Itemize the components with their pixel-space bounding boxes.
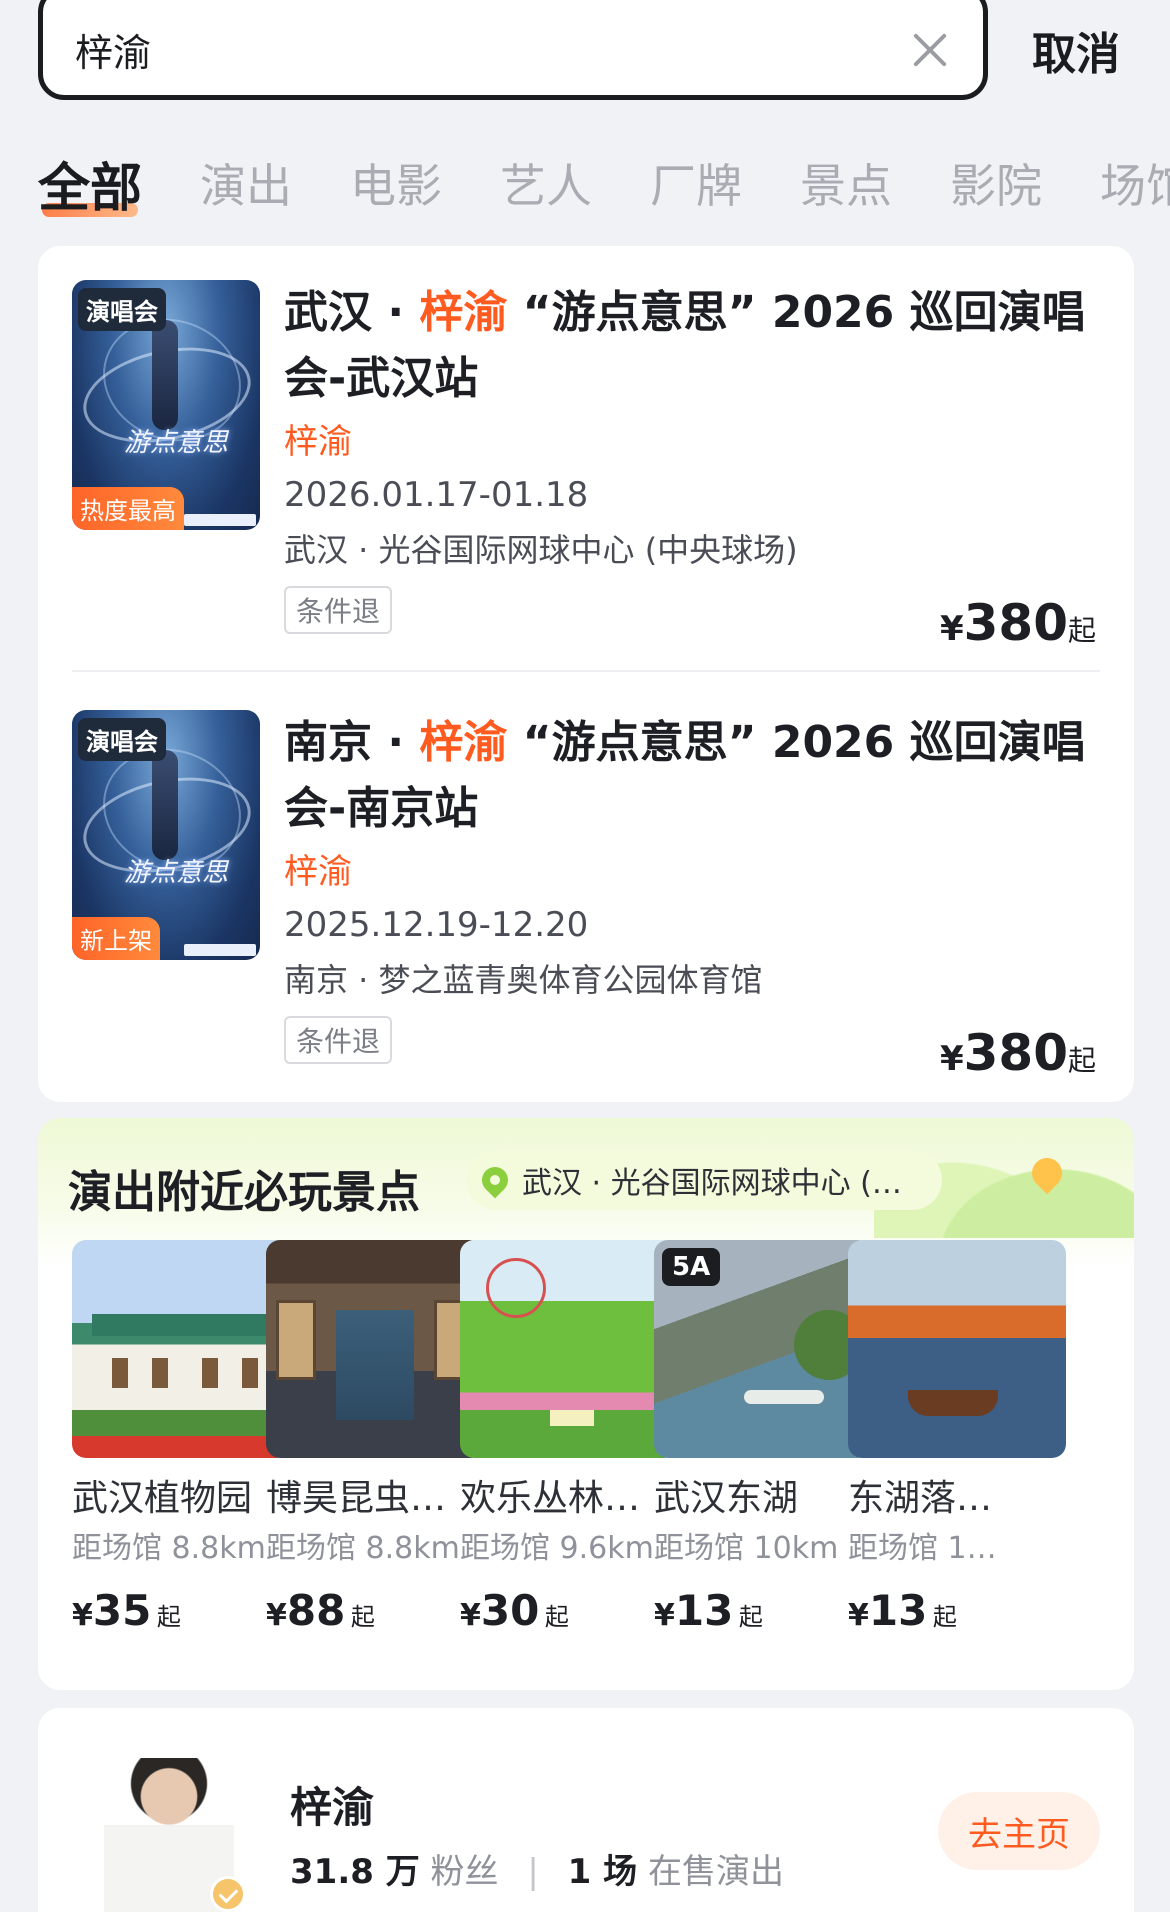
- tab-labels[interactable]: 厂牌: [650, 150, 742, 221]
- divider: [72, 670, 1100, 672]
- stats-separator: |: [527, 1852, 539, 1892]
- event-poster[interactable]: 游点意思 演唱会 热度最高: [72, 280, 260, 530]
- fans-count: 31.8 万: [290, 1852, 420, 1892]
- event-venue: 武汉 · 光谷国际网球中心 (中央球场): [284, 531, 798, 569]
- event-price: ¥380起: [939, 594, 1096, 652]
- event-artist: 梓渝: [284, 422, 352, 462]
- tab-artists[interactable]: 艺人: [500, 150, 592, 221]
- search-query-text: 梓渝: [75, 30, 152, 75]
- tab-venues[interactable]: 场馆: [1100, 150, 1170, 221]
- venue-selector-label: 武汉 · 光谷国际网球中心 (…: [522, 1166, 902, 1201]
- attraction-name: 欢乐丛林…: [460, 1478, 641, 1519]
- cancel-button[interactable]: 取消: [1032, 18, 1120, 82]
- attraction-image: [72, 1240, 290, 1458]
- attraction-price: ¥88 起: [266, 1586, 375, 1635]
- search-input[interactable]: 梓渝: [38, 0, 988, 100]
- artist-stats: 31.8 万 粉丝 | 1 场 在售演出: [290, 1844, 784, 1893]
- shows-count: 1 场: [567, 1852, 638, 1892]
- attraction-image: [460, 1240, 678, 1458]
- event-title[interactable]: 南京 · 梓渝 “游点意思” 2026 巡回演唱会-南京站: [284, 710, 1100, 842]
- event-poster[interactable]: 游点意思 演唱会 新上架: [72, 710, 260, 960]
- attraction-distance: 距场馆 8.8km: [266, 1531, 460, 1566]
- poster-badge: 热度最高: [72, 487, 184, 530]
- attraction-name: 博昊昆虫…: [266, 1478, 447, 1519]
- tab-all[interactable]: 全部: [38, 146, 142, 221]
- event-artist: 梓渝: [284, 852, 352, 892]
- poster-logo: 游点意思: [124, 428, 229, 458]
- attraction-item[interactable]: 东湖落… 距场馆 1… ¥13 起: [848, 1240, 1066, 1635]
- fans-label: 粉丝: [430, 1852, 499, 1892]
- event-date: 2025.12.19-12.20: [284, 905, 589, 945]
- tab-movies[interactable]: 电影: [350, 150, 442, 221]
- attraction-item[interactable]: 5A 武汉东湖 距场馆 10km ¥13 起: [654, 1240, 872, 1635]
- attraction-item[interactable]: 博昊昆虫… 距场馆 8.8km ¥88 起: [266, 1240, 484, 1635]
- attraction-name: 武汉东湖: [654, 1478, 799, 1519]
- poster-category-tag: 演唱会: [78, 288, 166, 331]
- event-item[interactable]: 游点意思 演唱会 热度最高 武汉 · 梓渝 “游点意思” 2026 巡回演唱会-…: [72, 280, 1100, 670]
- attraction-image: [848, 1240, 1066, 1458]
- tab-cinemas[interactable]: 影院: [950, 150, 1042, 221]
- poster-badge: 新上架: [72, 917, 160, 960]
- refund-tag: 条件退: [284, 1016, 393, 1064]
- location-pin-icon: [476, 1161, 514, 1199]
- tab-shows[interactable]: 演出: [200, 150, 292, 221]
- attraction-price: ¥30 起: [460, 1586, 569, 1635]
- attraction-image: 5A: [654, 1240, 872, 1458]
- attraction-distance: 距场馆 9.6km: [460, 1531, 654, 1566]
- attraction-image: [266, 1240, 484, 1458]
- attractions-carousel[interactable]: 武汉植物园 距场馆 8.8km ¥35 起 博昊昆虫… 距场馆 8.8km ¥8…: [72, 1240, 1134, 1680]
- attraction-distance: 距场馆 1…: [848, 1531, 997, 1566]
- attraction-distance: 距场馆 10km: [654, 1531, 839, 1566]
- tab-attractions[interactable]: 景点: [800, 150, 892, 221]
- poster-logo: 游点意思: [124, 858, 229, 888]
- poster-category-tag: 演唱会: [78, 718, 166, 761]
- attraction-price: ¥13 起: [654, 1586, 763, 1635]
- rating-badge: 5A: [662, 1248, 721, 1286]
- attraction-price: ¥35 起: [72, 1586, 181, 1635]
- attraction-name: 东湖落…: [848, 1478, 993, 1519]
- event-title[interactable]: 武汉 · 梓渝 “游点意思” 2026 巡回演唱会-武汉站: [284, 280, 1100, 412]
- event-item[interactable]: 游点意思 演唱会 新上架 南京 · 梓渝 “游点意思” 2026 巡回演唱会-南…: [72, 710, 1100, 1100]
- artist-name: 梓渝: [290, 1783, 375, 1832]
- attraction-item[interactable]: 武汉植物园 距场馆 8.8km ¥35 起: [72, 1240, 290, 1635]
- venue-selector[interactable]: 武汉 · 光谷国际网球中心 (…: [466, 1150, 942, 1210]
- go-to-homepage-button[interactable]: 去主页: [938, 1792, 1100, 1870]
- verified-icon: [210, 1876, 246, 1912]
- event-price: ¥380起: [939, 1024, 1096, 1082]
- artist-card[interactable]: 梓渝 31.8 万 粉丝 | 1 场 在售演出 去主页: [38, 1708, 1134, 1912]
- attraction-item[interactable]: 欢乐丛林… 距场馆 9.6km ¥30 起: [460, 1240, 678, 1635]
- nearby-title: 演出附近必玩景点: [68, 1167, 420, 1218]
- refund-tag: 条件退: [284, 586, 393, 634]
- nearby-attractions-card: 演出附近必玩景点 武汉 · 光谷国际网球中心 (… 武汉植物园 距场馆 8.8k…: [38, 1118, 1134, 1690]
- event-venue: 南京 · 梦之蓝青奥体育公园体育馆: [284, 961, 763, 999]
- attraction-distance: 距场馆 8.8km: [72, 1531, 266, 1566]
- event-date: 2026.01.17-01.18: [284, 475, 589, 515]
- attraction-name: 武汉植物园: [72, 1478, 253, 1519]
- shows-label: 在售演出: [647, 1852, 784, 1892]
- clear-icon[interactable]: [909, 28, 951, 70]
- category-tabs: 全部 演出 电影 艺人 厂牌 景点 影院 场馆: [38, 150, 1170, 221]
- attraction-price: ¥13 起: [848, 1586, 957, 1635]
- event-results-card: 游点意思 演唱会 热度最高 武汉 · 梓渝 “游点意思” 2026 巡回演唱会-…: [38, 246, 1134, 1102]
